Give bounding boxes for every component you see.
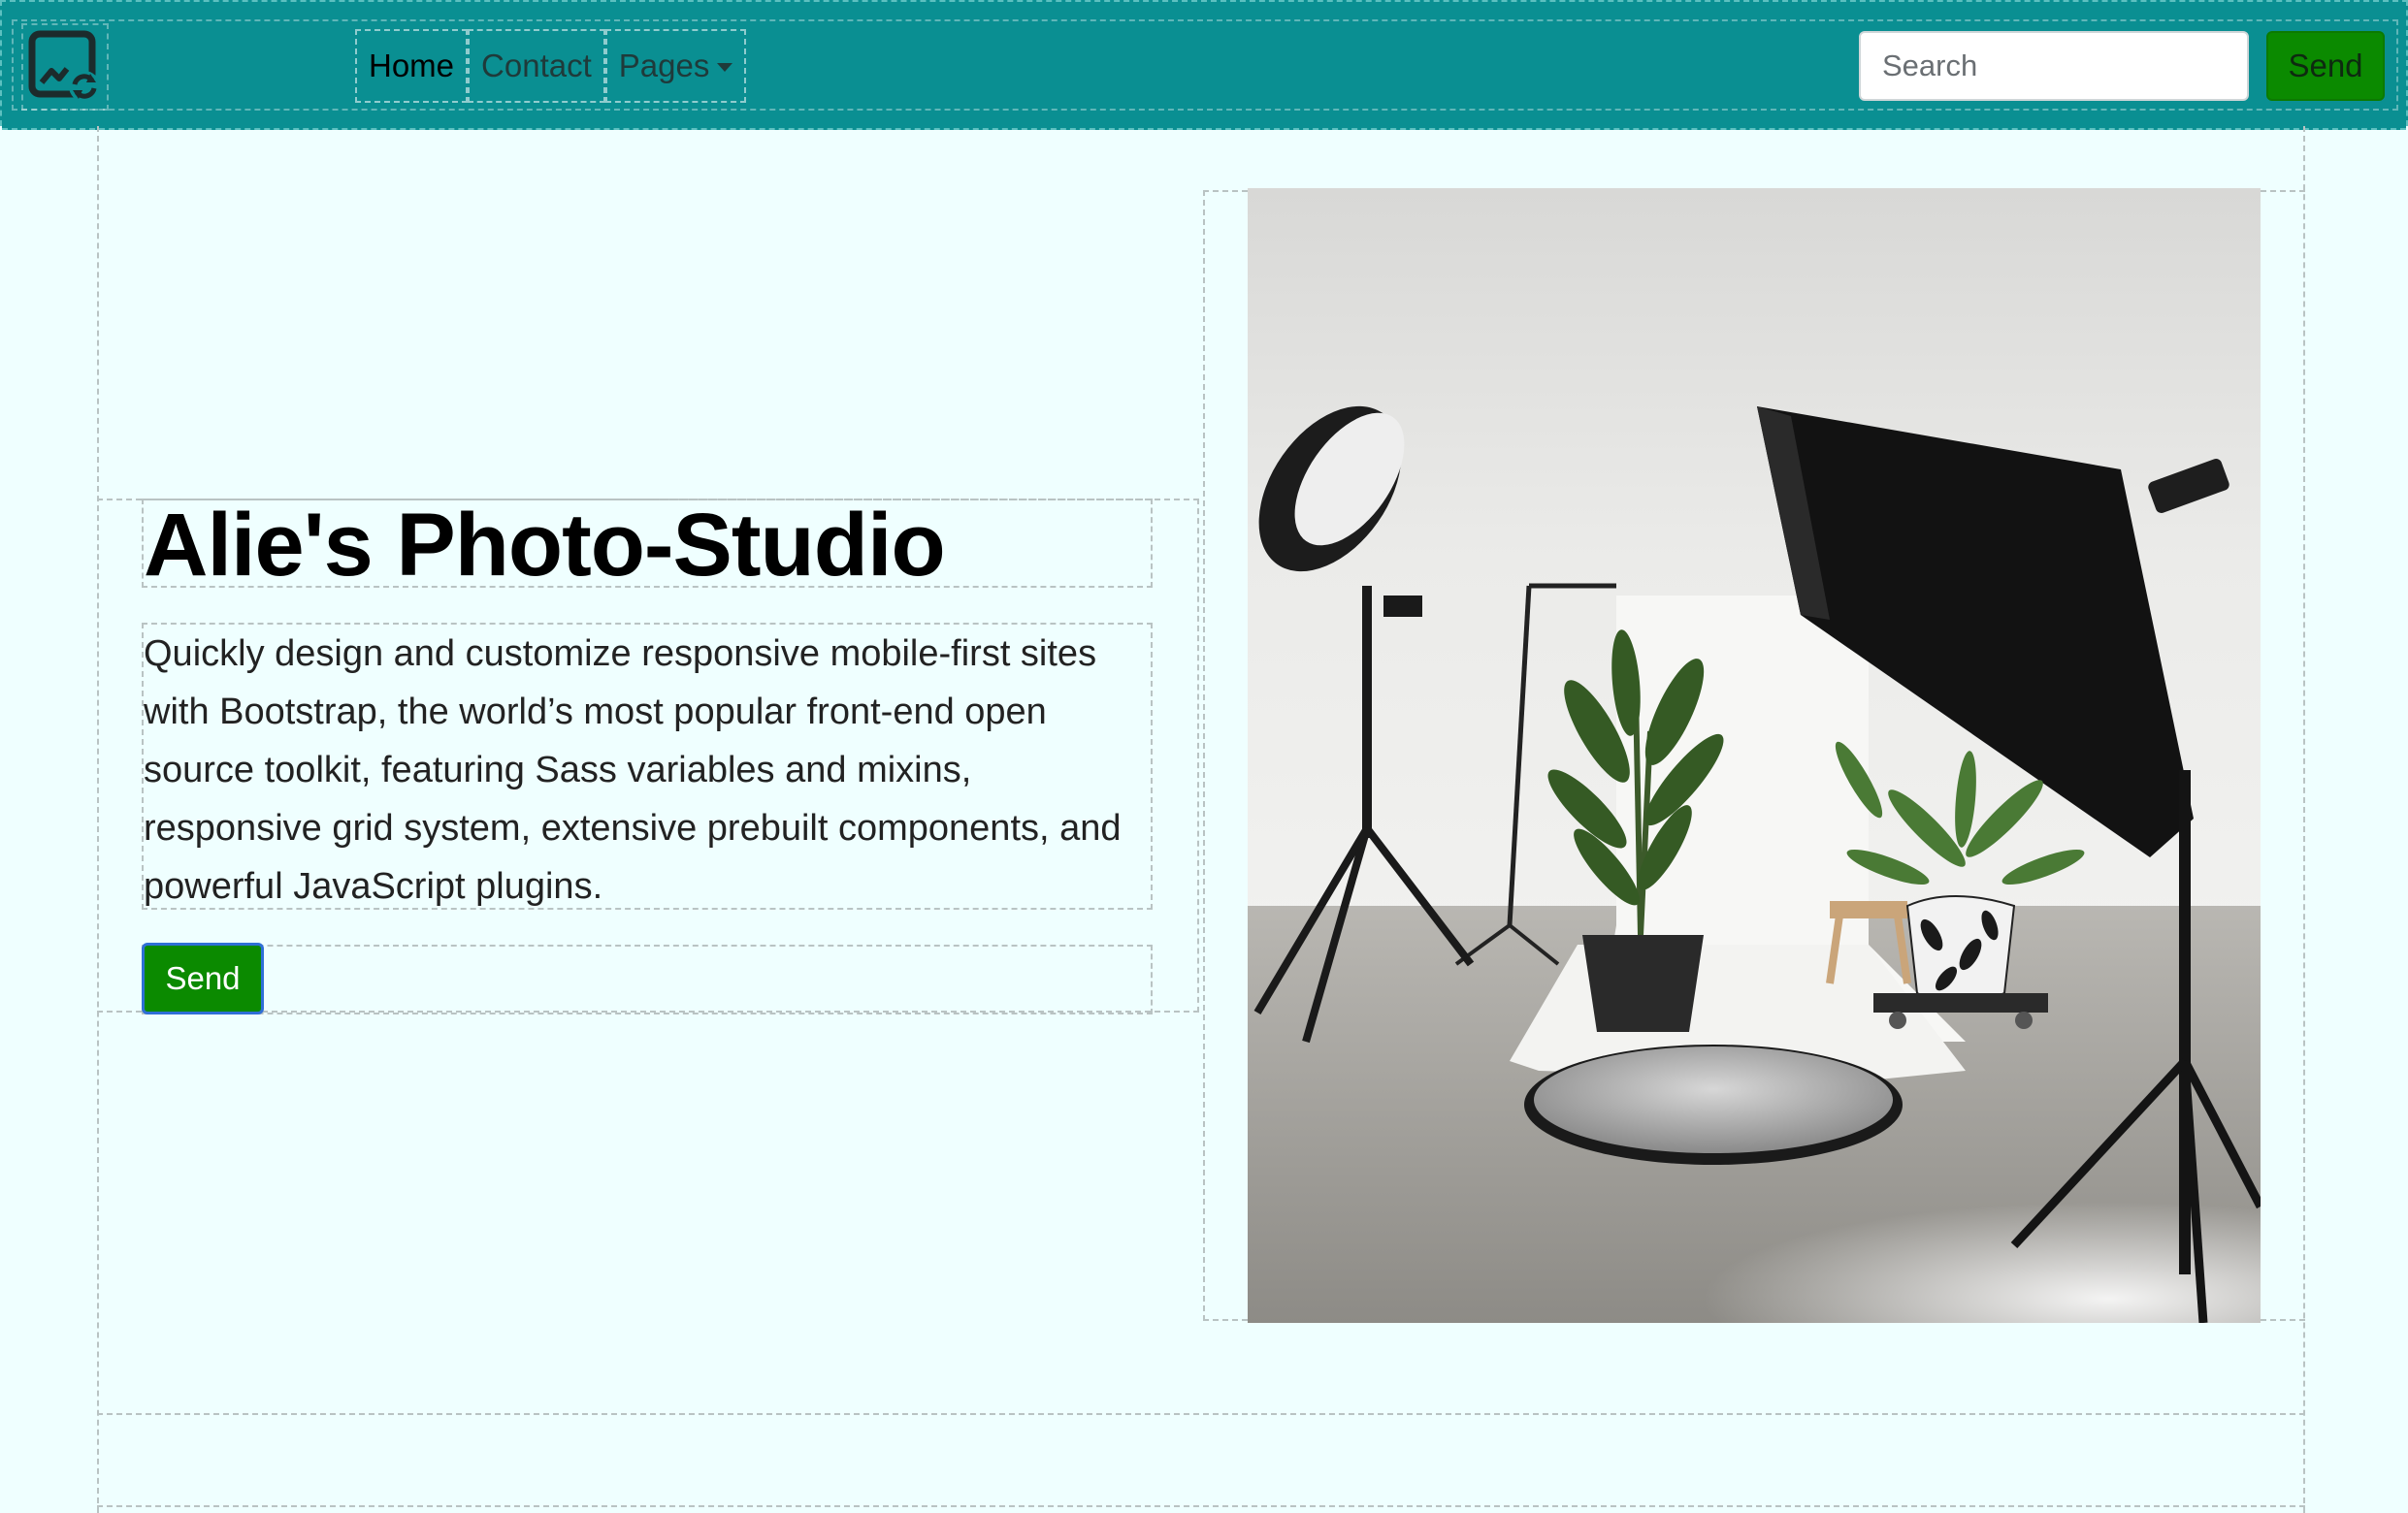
nav-link-pages-label: Pages [618,48,710,83]
nav-link-home-label: Home [369,48,455,83]
hero-button-row [142,945,1153,1014]
nav-links: Home Contact Pages [355,29,747,103]
hero-lead-text: Quickly design and customize responsive … [142,623,1153,910]
row-divider [97,1413,2305,1415]
nav-link-contact[interactable]: Contact [468,29,605,103]
photo-studio-image [1248,188,2261,1323]
search-input[interactable] [1859,31,2249,101]
footer-divider [97,1505,2305,1507]
navbar: Home Contact Pages Send [0,0,2408,130]
nav-link-home[interactable]: Home [355,29,469,103]
hero-send-button[interactable]: Send [142,943,264,1014]
nav-send-button[interactable]: Send [2266,31,2385,101]
nav-link-contact-label: Contact [481,48,592,83]
caret-down-icon [717,62,733,72]
hero-send-label: Send [165,960,241,996]
nav-link-pages-dropdown[interactable]: Pages [604,29,747,103]
nav-send-label: Send [2288,48,2363,83]
image-sync-icon [28,30,100,102]
brand-logo[interactable] [21,23,109,111]
page-title: Alie's Photo-Studio [142,499,1153,590]
